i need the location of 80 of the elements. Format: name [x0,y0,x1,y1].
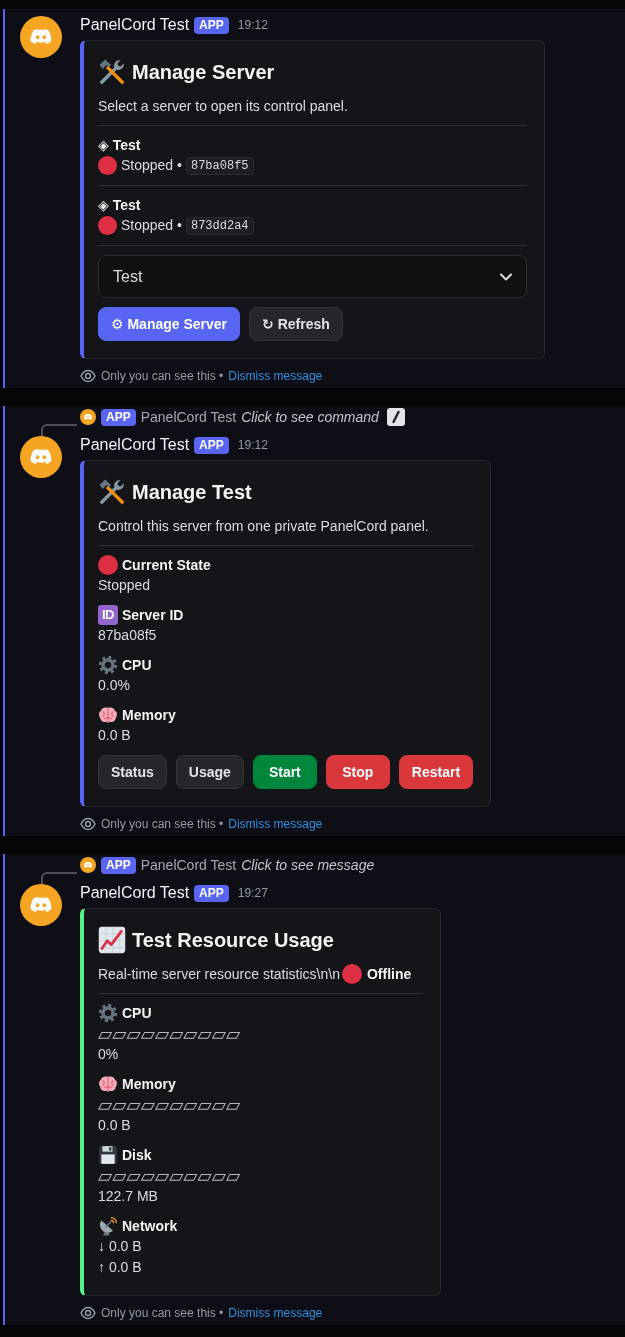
field-name: Memory [122,706,176,725]
server-id-code: 873dd2a4 [185,216,254,235]
embed-title: Test Resource Usage [132,928,334,953]
server-name: ◈ Test [98,196,142,215]
author-name[interactable]: PanelCord Test [80,882,190,904]
reply-author-name[interactable]: PanelCord Test [140,406,237,428]
field-value: Stopped [98,576,152,595]
visibility-note: Only you can see this • [101,1305,224,1322]
eye-icon [80,1305,96,1321]
field-name: CPU [122,1004,152,1023]
embed-description: Real-time server resource statistics\n\n [98,965,340,984]
embed-title: Manage Server [132,60,275,85]
action-button[interactable]: Stop [325,755,390,789]
avatar-icon[interactable] [20,436,62,478]
dismiss-link[interactable]: Dismiss message [228,367,323,385]
field-name: Current State [122,556,211,575]
brain-icon [98,1074,118,1094]
visibility-note: Only you can see this • [101,368,224,385]
status-text: Stopped • [121,156,182,175]
hammer-and-wrench-icon [98,478,126,506]
app-tag: APP [194,16,229,34]
server-id-code: 87ba08f5 [185,156,254,175]
reply-avatar-icon[interactable] [80,409,96,425]
eye-icon [80,368,96,384]
reply-preview-text[interactable]: Click to see command [241,406,379,428]
field-value: 0.0% [98,676,131,695]
field-value: 122.7 MB [98,1187,159,1206]
field-name: Memory [122,1075,176,1094]
meter-text: ▱▱▱▱▱▱▱▱▱▱ [98,1023,241,1044]
gear-icon [98,655,118,675]
timestamp: 19:12 [237,437,268,454]
field-name: Disk [122,1146,152,1165]
field-name: CPU [122,656,152,675]
author-name[interactable]: PanelCord Test [80,434,190,456]
action-button[interactable]: ⚙ Manage Server [98,307,241,341]
server-name: ◈ Test [98,136,142,155]
timestamp: 19:27 [237,885,268,902]
hammer-and-wrench-icon [98,58,126,86]
embed-title: Manage Test [132,480,252,505]
reply-preview-text[interactable]: Click to see message [241,854,375,876]
action-button[interactable]: Status [98,755,167,789]
visibility-note: Only you can see this • [101,816,224,833]
meter-text: ▱▱▱▱▱▱▱▱▱▱ [98,1094,241,1115]
action-button[interactable]: Restart [398,755,474,789]
avatar-icon[interactable] [20,16,62,58]
action-button[interactable]: ↻ Refresh [249,307,343,341]
eye-icon [80,816,96,832]
brain-icon [98,705,118,725]
dismiss-link[interactable]: Dismiss message [228,1304,323,1322]
field-name: Network [122,1217,178,1236]
gear-icon [98,1003,118,1023]
field-value: ↑ 0.0 B [98,1258,143,1277]
field-value: 0% [98,1045,120,1064]
meter-text: ▱▱▱▱▱▱▱▱▱▱ [98,1165,241,1186]
status-label: Offline [366,965,412,984]
embed-description: Control this server from one private PanelCord panel. [98,517,430,536]
timestamp: 19:12 [237,17,268,34]
app-tag: APP [101,408,136,426]
id-tag: ID [98,605,118,625]
app-tag: APP [101,856,136,874]
field-name: Server ID [122,606,184,625]
app-tag: APP [194,436,229,454]
avatar-icon[interactable] [20,884,62,926]
reply-author-name[interactable]: PanelCord Test [140,854,237,876]
app-tag: APP [194,884,229,902]
field-value: 87ba08f5 [98,626,158,645]
field-value: 0.0 B [98,1116,132,1135]
author-name[interactable]: PanelCord Test [80,14,190,36]
dismiss-link[interactable]: Dismiss message [228,815,323,833]
satellite-dish-icon [98,1216,118,1236]
action-button[interactable]: Start [252,755,317,789]
status-text: Stopped • [121,216,182,235]
reply-avatar-icon[interactable] [80,857,96,873]
embed-description: Select a server to open its control panel. [98,97,349,116]
line-chart-icon [98,926,126,954]
command-icon[interactable] [386,408,405,426]
field-value: 0.0 B [98,726,132,745]
field-value: ↓ 0.0 B [98,1237,143,1256]
server-select[interactable]: Test [98,255,527,298]
action-button[interactable]: Usage [175,755,244,789]
